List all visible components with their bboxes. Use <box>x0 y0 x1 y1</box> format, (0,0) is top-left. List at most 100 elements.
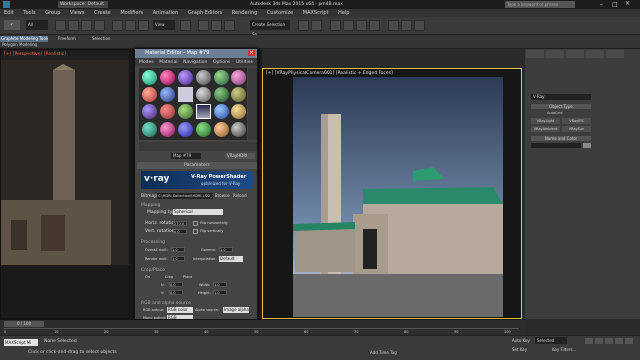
map-name-field[interactable]: Map #79 <box>171 153 201 159</box>
menu-create[interactable]: Create <box>94 9 111 17</box>
rect-select-icon[interactable] <box>81 20 92 31</box>
close-icon[interactable]: × <box>248 50 255 56</box>
sample-slot[interactable] <box>178 87 193 102</box>
material-editor-icon[interactable] <box>369 20 380 31</box>
motion-tab[interactable] <box>586 50 604 58</box>
menu-customize[interactable]: Customize <box>267 9 293 17</box>
add-time-tag[interactable]: Add Time Tag <box>370 350 397 355</box>
sample-slot[interactable] <box>160 87 175 102</box>
sample-slot[interactable] <box>231 70 246 85</box>
render-setup-icon[interactable] <box>388 20 399 31</box>
crop-on-checkbox[interactable]: On <box>145 275 150 279</box>
menu-modes[interactable]: Modes <box>139 60 154 65</box>
flip-horizontally-checkbox[interactable] <box>193 221 198 226</box>
key-filters-button[interactable]: Key Filters... <box>552 347 576 352</box>
menu-material[interactable]: Material <box>159 60 177 65</box>
u-input[interactable]: 0.0 <box>169 282 183 287</box>
layer-icon[interactable] <box>330 20 341 31</box>
browse-button[interactable]: Browse <box>215 193 230 198</box>
menu-views[interactable]: Views <box>70 9 84 17</box>
sample-slot[interactable] <box>231 104 246 119</box>
ribbon-tab-selection[interactable]: Selection <box>92 36 110 42</box>
sample-slot[interactable] <box>142 87 157 102</box>
parameters-rollout[interactable]: Parameters <box>137 162 257 169</box>
minimize-icon[interactable]: – <box>600 1 603 8</box>
go-to-start-icon[interactable] <box>585 338 593 344</box>
sample-slot[interactable] <box>214 122 229 137</box>
bitmap-path-field[interactable]: C:\HDRI Collection\tHDRI-Lf22_1400_ <box>157 193 213 199</box>
select-by-name-icon[interactable] <box>68 20 79 31</box>
sample-slot[interactable] <box>196 87 211 102</box>
menu-graph-editors[interactable]: Graph Editors <box>188 9 222 17</box>
ribbon-tab-freeform[interactable]: Freeform <box>58 36 76 42</box>
menu-help[interactable]: Help <box>338 9 349 17</box>
set-key-button[interactable]: Set Key <box>512 347 527 352</box>
key-mode-dropdown[interactable]: Selected <box>535 337 567 344</box>
menu-navigation[interactable]: Navigation <box>183 60 207 65</box>
sample-slot[interactable] <box>214 87 229 102</box>
search-input[interactable]: Type a keyword or phrase <box>505 1 575 8</box>
render-frame-icon[interactable] <box>401 20 412 31</box>
sample-slot[interactable] <box>196 70 211 85</box>
sample-slot[interactable] <box>178 104 193 119</box>
viewport-camera[interactable]: [+] [VRayPhysicalCamera001] [Realistic +… <box>262 68 522 319</box>
move-icon[interactable] <box>112 20 123 31</box>
sample-slot[interactable] <box>231 87 246 102</box>
window-crossing-icon[interactable] <box>94 20 105 31</box>
mirror-icon[interactable] <box>298 20 309 31</box>
object-type-header[interactable]: Object Type <box>531 104 591 109</box>
workspace-dropdown[interactable]: Workspace: Default <box>58 1 108 8</box>
sample-slot[interactable] <box>160 122 175 137</box>
interpolation-dropdown[interactable]: Default <box>219 256 243 262</box>
flip-vertically-checkbox[interactable] <box>193 229 198 234</box>
snap-icon[interactable] <box>198 20 209 31</box>
scale-icon[interactable] <box>138 20 149 31</box>
pivot-icon[interactable] <box>180 20 191 31</box>
align-icon[interactable] <box>311 20 322 31</box>
play-icon[interactable] <box>605 338 613 344</box>
maxscript-listener[interactable]: MAXScript Mi <box>4 339 38 346</box>
name-color-header[interactable]: Name and Color <box>531 136 591 141</box>
rotate-icon[interactable] <box>125 20 136 31</box>
sample-slot-active[interactable] <box>196 104 211 119</box>
alpha-source-dropdown[interactable]: Image alpha <box>223 307 249 313</box>
modify-tab[interactable] <box>546 50 564 58</box>
render-icon[interactable] <box>414 20 425 31</box>
menu-utilities[interactable]: Utilities <box>236 60 253 65</box>
sample-slot[interactable] <box>214 70 229 85</box>
sample-slot[interactable] <box>196 122 211 137</box>
app-logo-icon[interactable] <box>3 1 10 8</box>
autogrid-checkbox[interactable]: AutoGrid <box>547 111 562 115</box>
render-mult-input[interactable]: 1.0 <box>171 256 185 261</box>
go-to-end-icon[interactable] <box>625 338 633 344</box>
sample-slot[interactable] <box>214 104 229 119</box>
category-dropdown[interactable]: V-Ray <box>531 94 591 100</box>
mapping-type-dropdown[interactable]: Spherical <box>173 209 223 215</box>
horiz-rotation-input[interactable]: 270.0 <box>173 221 187 226</box>
auto-key-button[interactable]: Auto Key <box>512 338 530 343</box>
reference-coord-dropdown[interactable]: View <box>153 20 175 30</box>
width-input[interactable]: 1.0 <box>213 282 227 287</box>
hierarchy-tab[interactable] <box>566 50 584 58</box>
undo-icon[interactable]: ↶ <box>4 20 20 30</box>
menu-edit[interactable]: Edit <box>4 9 14 17</box>
schematic-icon[interactable] <box>356 20 367 31</box>
track-bar[interactable]: 0 10 20 30 40 50 60 70 80 90 100 <box>4 328 519 335</box>
previous-frame-icon[interactable] <box>595 338 603 344</box>
menu-options[interactable]: Options <box>213 60 230 65</box>
sample-slot[interactable] <box>178 122 193 137</box>
sample-slot[interactable] <box>142 104 157 119</box>
object-name-input[interactable] <box>531 143 581 148</box>
menu-group[interactable]: Group <box>45 9 60 17</box>
display-tab[interactable] <box>606 50 624 58</box>
named-selection-set[interactable]: Create Selection Se <box>250 20 290 37</box>
vraysun-button[interactable]: VRaySun <box>562 126 591 132</box>
v-input[interactable]: 0.0 <box>169 290 183 295</box>
reload-button[interactable]: Reload <box>233 193 247 198</box>
menu-modifiers[interactable]: Modifiers <box>120 9 143 17</box>
close-icon[interactable]: × <box>625 0 630 7</box>
sample-slot[interactable] <box>160 104 175 119</box>
viewport-label[interactable]: [+] [VRayPhysicalCamera001] [Realistic +… <box>266 71 393 76</box>
crop-radio[interactable]: Crop <box>165 275 173 279</box>
object-color-swatch[interactable] <box>583 143 591 148</box>
